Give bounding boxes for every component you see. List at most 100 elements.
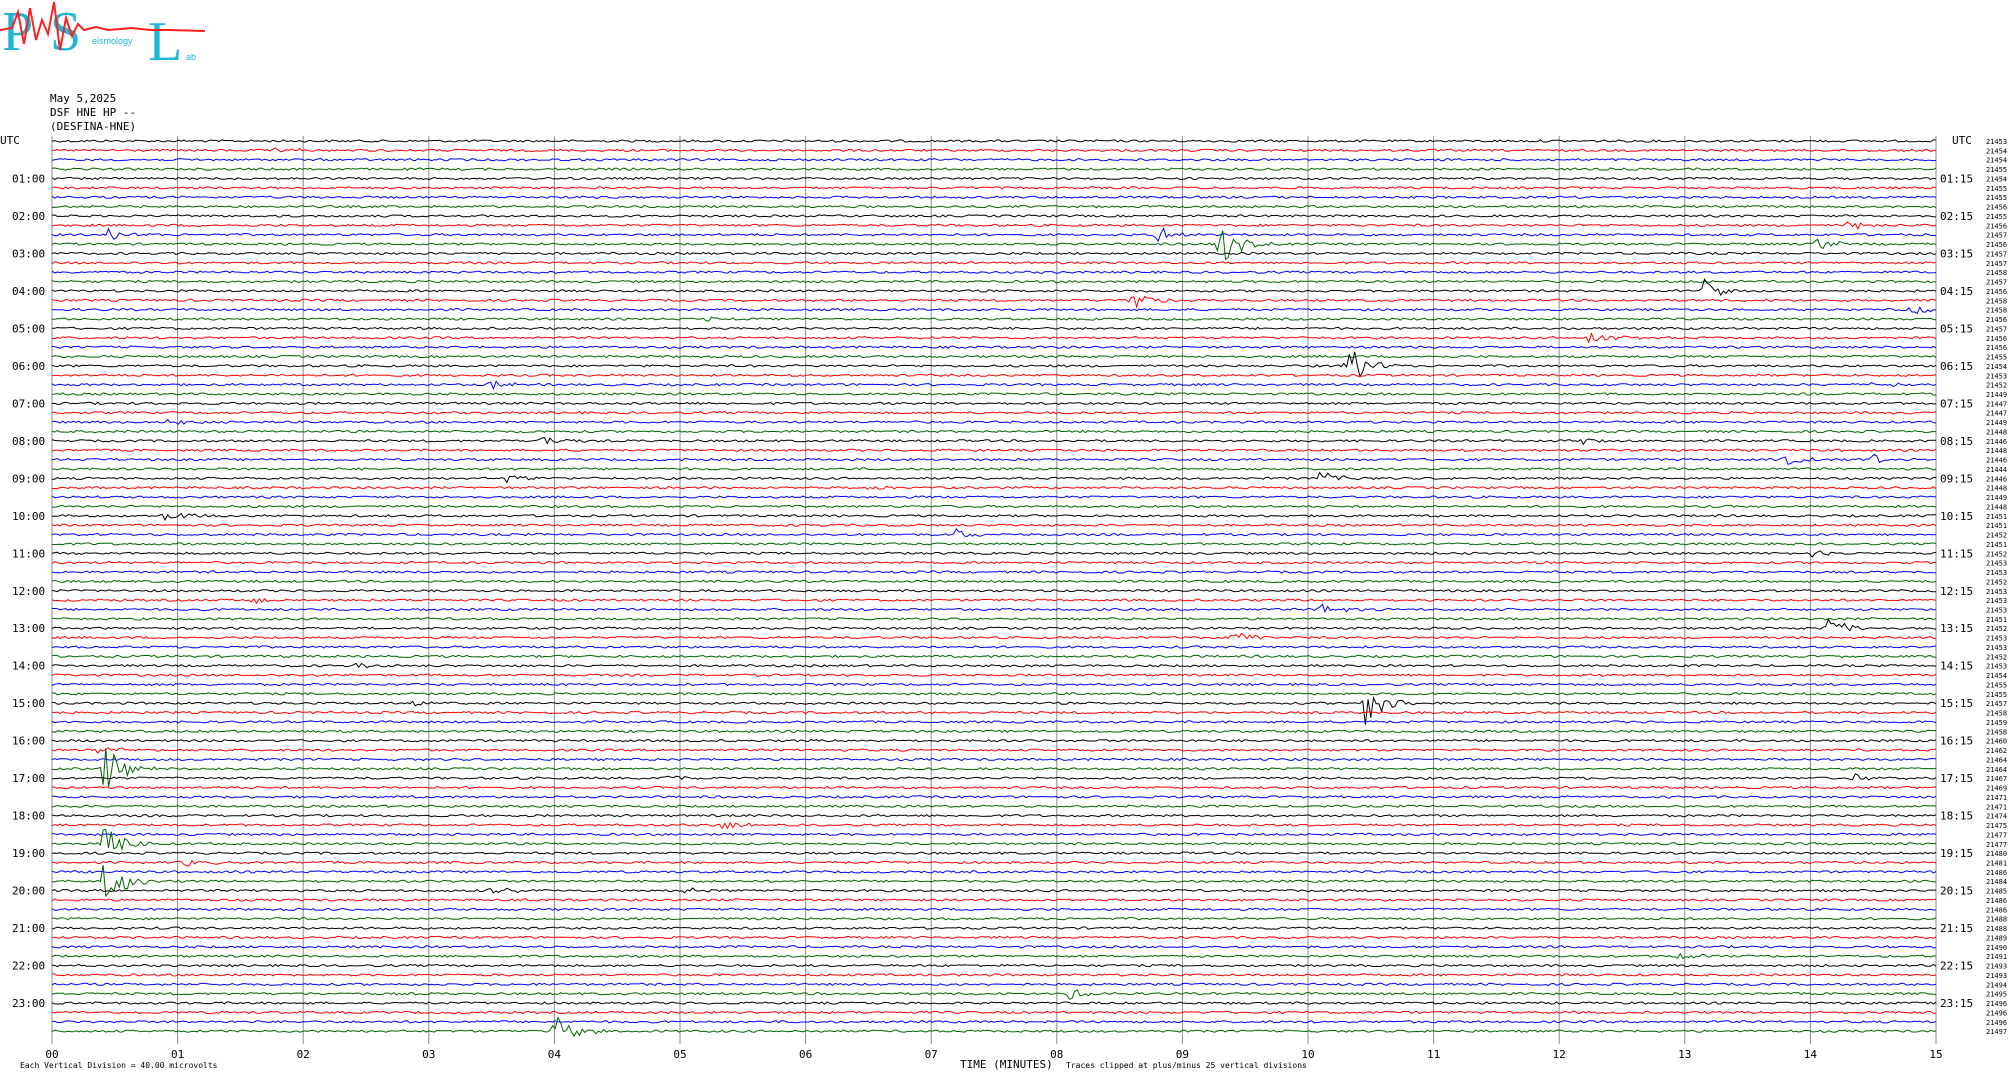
trace-value: 21455 xyxy=(1986,194,2007,202)
trace-81 xyxy=(51,898,1937,902)
trace-69 xyxy=(51,785,1937,790)
trace-21 xyxy=(51,332,1937,344)
trace-value: 21451 xyxy=(1986,616,2007,624)
trace-value: 21446 xyxy=(1986,457,2007,465)
trace-value: 21485 xyxy=(1986,888,2007,896)
trace-value: 21454 xyxy=(1986,147,2007,155)
x-tick-label: 13 xyxy=(1678,1048,1691,1061)
trace-5 xyxy=(51,186,1937,190)
trace-48 xyxy=(51,589,1936,593)
trace-25 xyxy=(51,373,1937,377)
trace-value: 21448 xyxy=(1986,485,2007,493)
trace-38 xyxy=(51,495,1937,499)
trace-36 xyxy=(51,471,1936,484)
x-tick-label: 10 xyxy=(1301,1048,1314,1061)
right-hour-label: 03:15 xyxy=(1940,247,1973,260)
right-hour-label: 11:15 xyxy=(1940,547,1973,560)
trace-90 xyxy=(51,982,1937,987)
trace-value: 21444 xyxy=(1986,466,2007,474)
trace-86 xyxy=(51,945,1937,949)
right-hour-label: 10:15 xyxy=(1940,510,1973,523)
trace-value: 21452 xyxy=(1986,578,2007,586)
trace-39 xyxy=(51,504,1937,509)
trace-value: 21474 xyxy=(1986,813,2007,821)
trace-33 xyxy=(51,448,1937,452)
trace-value: 21488 xyxy=(1986,925,2007,933)
trace-value: 21467 xyxy=(1986,775,2007,783)
left-hour-label: 11:00 xyxy=(12,547,45,560)
left-hour-label: 05:00 xyxy=(12,322,45,335)
trace-value: 21446 xyxy=(1986,438,2007,446)
trace-value: 21486 xyxy=(1986,869,2007,877)
trace-70 xyxy=(51,795,1937,799)
left-hour-label: 08:00 xyxy=(12,435,45,448)
scale-note: Each Vertical Division = 40.00 microvolt… xyxy=(20,1061,218,1070)
trace-value: 21451 xyxy=(1986,522,2007,530)
right-hour-label: 15:15 xyxy=(1940,697,1973,710)
clip-note: Traces clipped at plus/minus 25 vertical… xyxy=(1066,1061,1307,1070)
trace-value: 21456 xyxy=(1986,335,2007,343)
trace-64 xyxy=(51,739,1937,743)
trace-value: 21457 xyxy=(1986,232,2007,240)
trace-value: 21449 xyxy=(1986,391,2007,399)
trace-value: 21464 xyxy=(1986,766,2007,774)
trace-value: 21494 xyxy=(1986,981,2007,989)
trace-93 xyxy=(51,1010,1937,1015)
trace-84 xyxy=(51,926,1937,930)
trace-value: 21451 xyxy=(1986,513,2007,521)
trace-19 xyxy=(52,316,1937,322)
trace-value: 21457 xyxy=(1986,700,2007,708)
trace-value: 21486 xyxy=(1986,906,2007,914)
trace-value: 21453 xyxy=(1986,644,2007,652)
right-hour-label: 17:15 xyxy=(1940,772,1973,785)
x-tick-label: 15 xyxy=(1929,1048,1942,1061)
trace-value: 21477 xyxy=(1986,841,2007,849)
trace-67 xyxy=(51,748,1937,787)
right-hour-label: 22:15 xyxy=(1940,960,1973,973)
x-tick-label: 06 xyxy=(799,1048,812,1061)
left-hour-label: 19:00 xyxy=(12,847,45,860)
trace-8 xyxy=(51,214,1937,218)
right-hour-label: 05:15 xyxy=(1940,322,1973,335)
trace-value: 21449 xyxy=(1986,494,2007,502)
trace-9 xyxy=(51,221,1937,231)
trace-value: 21453 xyxy=(1986,588,2007,596)
left-hour-label: 13:00 xyxy=(12,622,45,635)
trace-value: 21471 xyxy=(1986,803,2007,811)
trace-77 xyxy=(51,859,1937,867)
trace-value: 21481 xyxy=(1986,859,2007,867)
trace-18 xyxy=(51,306,1937,315)
trace-37 xyxy=(52,485,1937,490)
trace-value: 21491 xyxy=(1986,953,2007,961)
x-axis-title: TIME (MINUTES) xyxy=(960,1058,1053,1071)
trace-4 xyxy=(51,176,1937,181)
trace-42 xyxy=(51,528,1937,538)
trace-value: 21456 xyxy=(1986,344,2007,352)
right-hour-label: 14:15 xyxy=(1940,660,1973,673)
trace-value: 21452 xyxy=(1986,550,2007,558)
trace-value: 21488 xyxy=(1986,916,2007,924)
trace-46 xyxy=(51,570,1937,574)
left-hour-label: 18:00 xyxy=(12,810,45,823)
trace-85 xyxy=(51,935,1937,940)
trace-66 xyxy=(51,757,1937,762)
trace-value: 21459 xyxy=(1986,719,2007,727)
trace-26 xyxy=(51,380,1937,391)
trace-14 xyxy=(51,270,1937,274)
right-hour-label: 19:15 xyxy=(1940,847,1973,860)
trace-value: 21460 xyxy=(1986,738,2007,746)
right-hour-label: 16:15 xyxy=(1940,735,1973,748)
left-hour-label: 06:00 xyxy=(12,360,45,373)
trace-value: 21453 xyxy=(1986,635,2007,643)
left-hour-label: 01:00 xyxy=(12,172,45,185)
left-hour-label: 02:00 xyxy=(12,210,45,223)
trace-53 xyxy=(51,632,1937,640)
right-hour-label: 04:15 xyxy=(1940,285,1973,298)
left-hour-label: 04:00 xyxy=(12,285,45,298)
trace-59 xyxy=(51,692,1937,696)
trace-value: 21454 xyxy=(1986,672,2007,680)
trace-value: 21477 xyxy=(1986,831,2007,839)
trace-74 xyxy=(51,832,1937,837)
right-hour-label: 07:15 xyxy=(1940,397,1973,410)
trace-value: 21455 xyxy=(1986,354,2007,362)
